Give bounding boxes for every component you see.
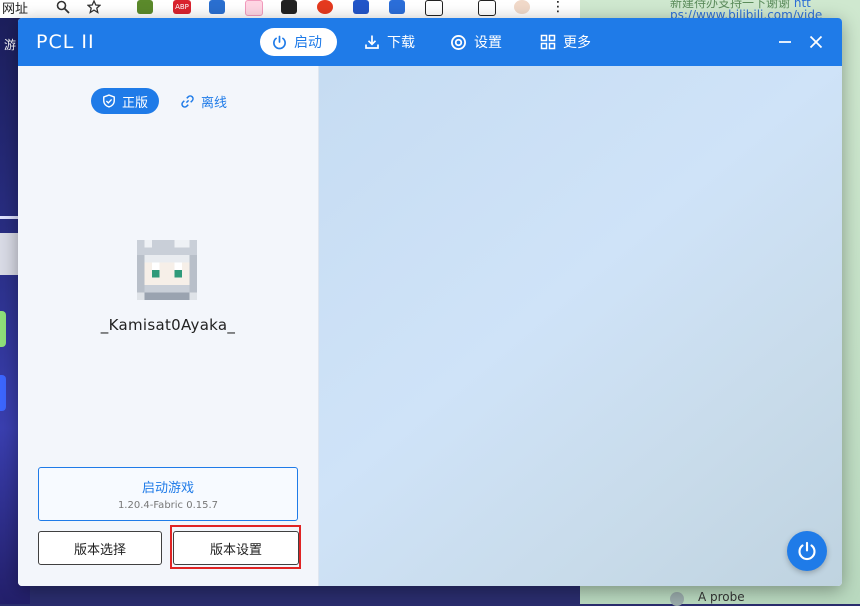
close-icon: [809, 35, 823, 49]
background-blue-tab: [0, 375, 6, 411]
app-title: PCL II: [36, 31, 95, 53]
shield-check-icon: [102, 94, 116, 108]
adblock-icon[interactable]: ABP: [173, 0, 191, 14]
title-bar[interactable]: PCL II 启动 下载 设置 更多: [18, 18, 842, 66]
tab-settings-label: 设置: [474, 35, 502, 51]
gear-icon: [450, 34, 467, 51]
launch-content-area: [319, 66, 842, 586]
tab-download[interactable]: 下载: [352, 28, 434, 56]
search-icon[interactable]: [55, 0, 71, 14]
grid-icon: [540, 34, 556, 50]
tab-more[interactable]: 更多: [528, 28, 610, 56]
background-left-text: 游: [4, 38, 17, 52]
extension-cat-icon[interactable]: [245, 0, 263, 16]
player-username: _Kamisat0Ayaka_: [100, 316, 236, 334]
minimize-button[interactable]: [774, 31, 796, 53]
extension-globe-icon[interactable]: [137, 0, 153, 14]
background-green-tab: [0, 311, 6, 347]
extension-blue-icon[interactable]: [209, 0, 225, 14]
close-button[interactable]: [805, 31, 827, 53]
tab-settings[interactable]: 设置: [438, 28, 520, 56]
address-label: 网址: [2, 2, 29, 17]
download-icon: [364, 34, 380, 50]
extension-shield-icon[interactable]: [353, 0, 369, 14]
power-icon: [272, 35, 287, 50]
more-menu-icon[interactable]: ⋮: [550, 0, 566, 14]
launch-game-button[interactable]: 启动游戏 1.20.4-Fabric 0.15.7: [38, 467, 298, 521]
player-skin-avatar: [137, 240, 197, 300]
probe-text: A probe: [698, 590, 745, 604]
star-icon[interactable]: [86, 0, 102, 14]
launch-sidebar: 正版 离线 _Kamisat0Ayaka_ 启动游戏 1.20.4-Fabric…: [18, 66, 319, 586]
extension-red-icon[interactable]: [317, 0, 333, 14]
login-tab-microsoft-label: 正版: [122, 95, 149, 111]
extension-dark-icon[interactable]: [281, 0, 297, 14]
login-tab-offline-label: 离线: [201, 95, 228, 111]
login-tab-microsoft[interactable]: 正版: [91, 88, 160, 114]
launch-game-label: 启动游戏: [141, 481, 194, 496]
link-icon: [180, 94, 195, 109]
browser-toolbar: 网址 ABP ⋮: [0, 0, 580, 19]
tab-launch-label: 启动: [294, 35, 322, 51]
profile-avatar-icon[interactable]: [514, 0, 530, 14]
minimize-icon: [779, 41, 791, 43]
tab-launch[interactable]: 启动: [260, 28, 337, 56]
sidebar-toggle-icon[interactable]: [478, 0, 496, 16]
extension-person-icon[interactable]: [389, 0, 405, 14]
login-type-tabs: 正版 离线: [91, 88, 238, 114]
launcher-window: PCL II 启动 下载 设置 更多 正版 离线 _Kamisat0Ayaka_…: [18, 18, 842, 586]
launch-game-version: 1.20.4-Fabric 0.15.7: [117, 500, 219, 511]
tab-download-label: 下载: [387, 35, 415, 51]
highlight-annotation-box: [170, 525, 301, 569]
launch-fab-button[interactable]: [787, 531, 827, 571]
power-icon: [798, 541, 816, 560]
extension-puzzle-icon[interactable]: [425, 0, 443, 16]
version-select-button[interactable]: 版本选择: [38, 531, 162, 565]
login-tab-offline[interactable]: 离线: [169, 88, 238, 114]
tab-more-label: 更多: [563, 35, 591, 51]
